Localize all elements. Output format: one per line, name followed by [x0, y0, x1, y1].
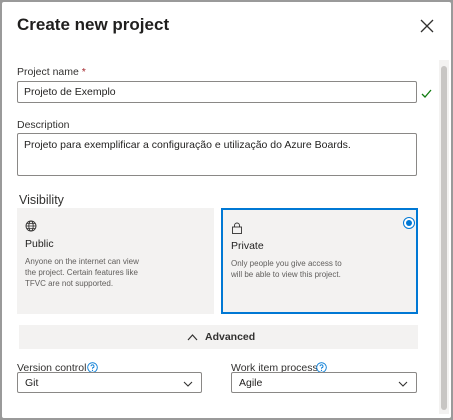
project-name-label-text: Project name [17, 66, 79, 78]
dialog-title: Create new project [17, 15, 170, 34]
close-icon[interactable] [417, 16, 437, 36]
version-control-select[interactable]: Git [17, 372, 202, 393]
chevron-down-icon [398, 379, 408, 391]
checkmark-icon [421, 86, 432, 104]
description-value: Projeto para exemplificar a configuração… [24, 139, 351, 151]
work-item-process-select[interactable]: Agile [231, 372, 417, 393]
work-item-process-value: Agile [239, 377, 263, 389]
public-option-description: Anyone on the internet can view the proj… [25, 257, 139, 288]
private-radio-selected[interactable] [403, 217, 415, 229]
private-option-name: Private [231, 240, 264, 252]
description-label: Description [17, 119, 70, 131]
globe-icon [25, 219, 37, 237]
scrollbar-thumb[interactable] [441, 66, 447, 410]
create-project-dialog: Create new project Project name * Projet… [2, 2, 451, 418]
lock-icon [231, 221, 243, 239]
description-textarea[interactable]: Projeto para exemplificar a configuração… [17, 133, 417, 176]
version-control-value: Git [25, 377, 39, 389]
visibility-option-private[interactable]: Private Only people you give access to w… [221, 208, 418, 314]
chevron-up-icon [187, 332, 198, 344]
advanced-label: Advanced [205, 331, 256, 343]
advanced-toggle[interactable]: Advanced [19, 325, 418, 349]
project-name-value: Projeto de Exemplo [24, 86, 116, 98]
private-option-description: Only people you give access to will be a… [231, 259, 342, 279]
chevron-down-icon [183, 379, 193, 391]
visibility-option-public[interactable]: Public Anyone on the internet can view t… [17, 208, 214, 314]
required-marker: * [81, 66, 86, 78]
dialog-scrollbar[interactable] [439, 60, 449, 414]
public-option-name: Public [25, 238, 54, 250]
project-name-input[interactable]: Projeto de Exemplo [17, 81, 417, 103]
project-name-label: Project name * [17, 66, 86, 78]
visibility-label: Visibility [19, 193, 64, 207]
